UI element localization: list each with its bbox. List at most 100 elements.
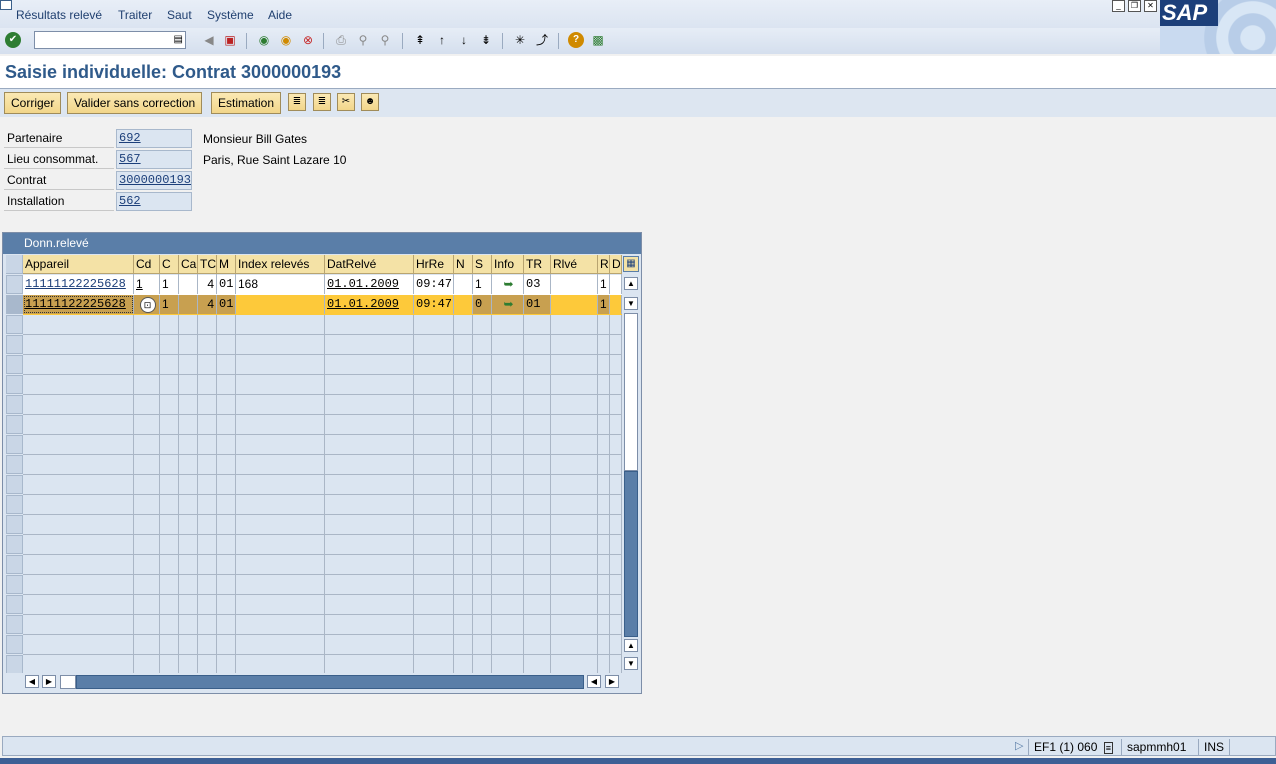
col-header-m[interactable]: M: [217, 255, 236, 274]
col-header-cd[interactable]: Cd: [134, 255, 160, 274]
row-selector[interactable]: [6, 635, 23, 654]
row-selector[interactable]: [6, 615, 23, 634]
menu-aide[interactable]: Aide: [268, 8, 292, 22]
cell-appareil[interactable]: 11111122225628: [23, 295, 134, 314]
customize-layout-icon[interactable]: ▩: [590, 32, 606, 48]
restore-icon[interactable]: ❐: [1128, 0, 1141, 12]
valider-sans-correction-button[interactable]: Valider sans correction: [67, 92, 203, 114]
scroll-right-end-icon[interactable]: ▶: [605, 675, 619, 688]
cell-hrre[interactable]: 09:47: [414, 295, 454, 314]
horizontal-scrollbar[interactable]: ◀ ▶ ◀ ▶: [23, 674, 623, 690]
row-selector[interactable]: [6, 595, 23, 614]
collapse-arrow-icon[interactable]: ◀: [201, 32, 217, 48]
col-header-c[interactable]: C: [160, 255, 179, 274]
scroll-left-end-icon[interactable]: ◀: [587, 675, 601, 688]
scroll-up-icon[interactable]: ▲: [624, 277, 638, 290]
info-arrow-icon[interactable]: ➥: [492, 295, 524, 314]
command-dropdown-icon[interactable]: ▤: [174, 34, 183, 45]
insert-mode[interactable]: INS: [1198, 739, 1224, 755]
row-selector[interactable]: [6, 495, 23, 514]
document-detail-icon[interactable]: ≣: [313, 93, 331, 111]
row-selector[interactable]: [6, 455, 23, 474]
scroll-page-down-icon[interactable]: ▼: [624, 657, 638, 670]
col-header-n[interactable]: N: [454, 255, 473, 274]
person-icon[interactable]: ☻: [361, 93, 379, 111]
col-header-ca[interactable]: Ca: [179, 255, 198, 274]
row-selector[interactable]: [6, 415, 23, 434]
select-all-header[interactable]: [6, 255, 23, 274]
cell-cd[interactable]: 1: [134, 275, 160, 294]
first-page-icon[interactable]: ⇞: [412, 32, 428, 48]
lieu-consommat-field[interactable]: 567: [116, 150, 192, 169]
scroll-page-up-icon[interactable]: ▲: [624, 639, 638, 652]
row-selector[interactable]: [6, 555, 23, 574]
menu-systeme[interactable]: Système: [207, 8, 254, 22]
scroll-left-icon[interactable]: ◀: [25, 675, 39, 688]
installation-field[interactable]: 562: [116, 192, 192, 211]
contrat-field[interactable]: 3000000193: [116, 171, 192, 190]
minimize-icon[interactable]: _: [1112, 0, 1125, 12]
command-field[interactable]: ▤: [34, 31, 186, 49]
row-selector[interactable]: [6, 375, 23, 394]
value-help-icon[interactable]: ⊡: [139, 297, 156, 313]
menu-resultats-releve[interactable]: Résultats relevé: [16, 8, 102, 22]
print-icon[interactable]: ⎙: [333, 32, 349, 48]
scroll-track[interactable]: [624, 313, 638, 471]
table-row-selected[interactable]: 11111122225628 ⊡ 1 4 01 01.01.2009 09:47…: [23, 295, 622, 315]
exit-icon[interactable]: ◉: [278, 32, 294, 48]
system-list-icon[interactable]: ≡: [1103, 742, 1113, 754]
enter-check-icon[interactable]: ✔: [5, 32, 21, 48]
back-icon[interactable]: ◉: [256, 32, 272, 48]
help-icon[interactable]: ?: [568, 32, 584, 48]
find-next-icon[interactable]: ⚲: [377, 32, 393, 48]
tools-icon[interactable]: ✂: [337, 93, 355, 111]
row-selector[interactable]: [6, 275, 23, 294]
menu-traiter[interactable]: Traiter: [118, 8, 152, 22]
table-row[interactable]: 11111122225628 1 1 4 01 168 01.01.2009 0…: [23, 275, 622, 295]
col-header-tr[interactable]: TR: [524, 255, 551, 274]
find-icon[interactable]: ⚲: [355, 32, 371, 48]
col-header-rlve[interactable]: Rlvé: [551, 255, 598, 274]
row-selector[interactable]: [6, 535, 23, 554]
save-icon[interactable]: ▣: [222, 32, 238, 48]
row-selector[interactable]: [6, 295, 23, 314]
row-selector[interactable]: [6, 335, 23, 354]
document-list-icon[interactable]: ≣: [288, 93, 306, 111]
col-header-index-releves[interactable]: Index relevés: [236, 255, 325, 274]
corriger-button[interactable]: Corriger: [4, 92, 62, 114]
h-scroll-track-start[interactable]: [60, 675, 76, 689]
row-selector[interactable]: [6, 515, 23, 534]
shortcut-icon[interactable]: ⤴: [534, 32, 550, 48]
col-header-appareil[interactable]: Appareil: [23, 255, 134, 274]
h-scroll-thumb[interactable]: [76, 675, 584, 689]
cell-hrre[interactable]: 09:47: [414, 275, 454, 294]
cell-cd[interactable]: ⊡: [134, 295, 160, 314]
col-header-tc[interactable]: TC: [198, 255, 217, 274]
row-selector[interactable]: [6, 575, 23, 594]
status-expand-icon[interactable]: ▷: [1015, 739, 1023, 752]
app-window-icon[interactable]: [0, 0, 12, 10]
next-page-icon[interactable]: ↓: [456, 32, 472, 48]
cell-rlve[interactable]: [551, 295, 598, 314]
col-header-datrelve[interactable]: DatRelvé: [325, 255, 414, 274]
row-selector[interactable]: [6, 475, 23, 494]
col-header-s[interactable]: S: [473, 255, 492, 274]
estimation-button[interactable]: Estimation: [211, 92, 282, 114]
scroll-thumb[interactable]: [624, 471, 638, 637]
partenaire-field[interactable]: 692: [116, 129, 192, 148]
row-selector[interactable]: [6, 315, 23, 334]
last-page-icon[interactable]: ⇟: [478, 32, 494, 48]
scroll-right-icon[interactable]: ▶: [42, 675, 56, 688]
cell-index-releves[interactable]: [236, 295, 325, 314]
info-arrow-icon[interactable]: ➥: [492, 275, 524, 294]
cell-datrelve[interactable]: 01.01.2009: [325, 295, 414, 314]
row-selector[interactable]: [6, 355, 23, 374]
column-settings-icon[interactable]: ▦: [623, 256, 639, 272]
cell-appareil[interactable]: 11111122225628: [23, 275, 134, 294]
scroll-down-icon[interactable]: ▼: [624, 297, 638, 310]
cell-rlve[interactable]: [551, 275, 598, 294]
row-selector[interactable]: [6, 655, 23, 673]
col-header-hrre[interactable]: HrRe: [414, 255, 454, 274]
row-selector[interactable]: [6, 395, 23, 414]
col-header-r[interactable]: R: [598, 255, 610, 274]
